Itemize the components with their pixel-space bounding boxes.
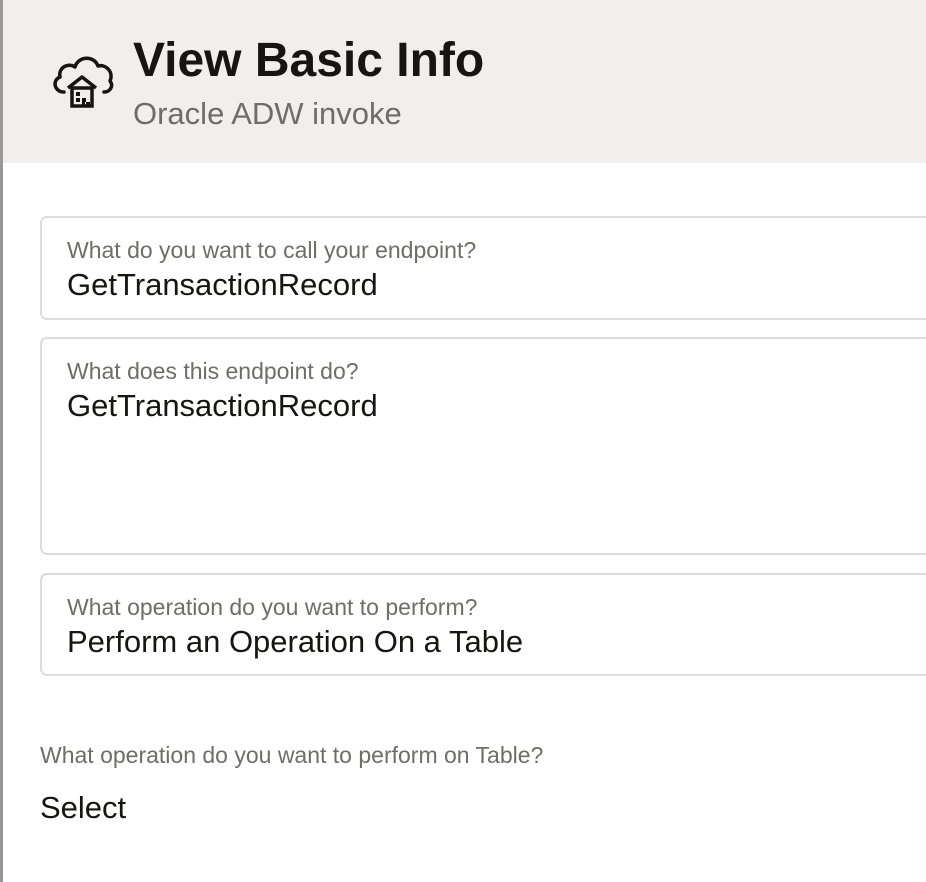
endpoint-name-label: What do you want to call your endpoint?	[67, 237, 477, 263]
page-header: View Basic Info Oracle ADW invoke	[3, 0, 926, 163]
endpoint-description-value[interactable]: GetTransactionRecord	[67, 387, 378, 425]
endpoint-name-value[interactable]: GetTransactionRecord	[67, 266, 378, 304]
endpoint-description-field[interactable]: What does this endpoint do? GetTransacti…	[40, 337, 926, 555]
operation-field[interactable]: What operation do you want to perform? P…	[40, 573, 926, 676]
operation-label: What operation do you want to perform?	[67, 594, 478, 620]
endpoint-name-field[interactable]: What do you want to call your endpoint? …	[40, 216, 926, 320]
page-subtitle: Oracle ADW invoke	[133, 96, 402, 131]
cloud-database-icon	[48, 46, 116, 110]
operation-value[interactable]: Perform an Operation On a Table	[67, 623, 523, 661]
endpoint-description-label: What does this endpoint do?	[67, 358, 359, 384]
page-title: View Basic Info	[133, 34, 485, 87]
table-operation-value: Select	[40, 790, 127, 825]
table-operation-label: What operation do you want to perform on…	[40, 742, 544, 768]
